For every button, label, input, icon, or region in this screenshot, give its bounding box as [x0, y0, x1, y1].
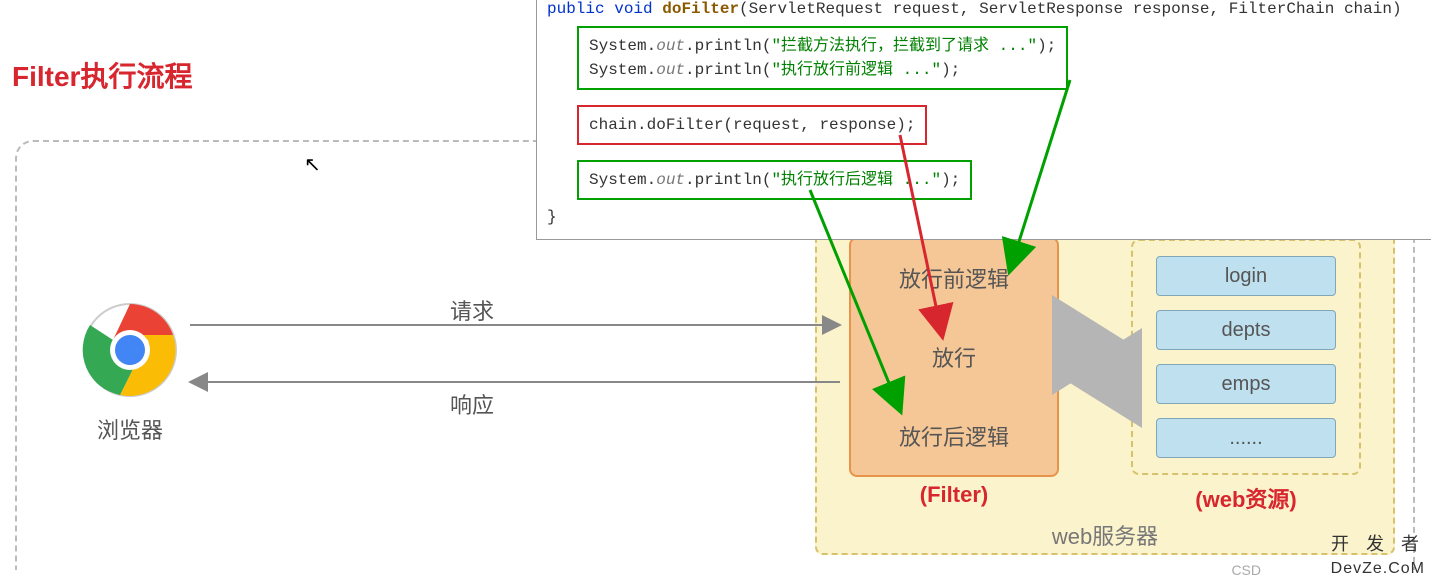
web-resources-group: login depts emps ...... — [1131, 239, 1361, 475]
res-emps: emps — [1156, 364, 1336, 404]
web-server-label: web服务器 — [1052, 519, 1158, 551]
request-label: 请求 — [450, 294, 494, 326]
browser-block: 浏览器 — [80, 300, 180, 445]
code-box: public void doFilter(ServletRequest requ… — [536, 0, 1431, 240]
code-dofilter-block: chain.doFilter(request, response); — [577, 105, 927, 145]
watermark-text: 开 发 者 — [1331, 530, 1425, 556]
res-login: login — [1156, 256, 1336, 296]
res-depts: depts — [1156, 310, 1336, 350]
chrome-icon — [80, 300, 180, 400]
res-more: ...... — [1156, 418, 1336, 458]
filter-post-label: 放行后逻辑 — [899, 420, 1009, 452]
code-pre-block: System.out.println("拦截方法执行，拦截到了请求 ...");… — [577, 26, 1068, 90]
page-title: Filter执行流程 — [12, 55, 192, 95]
filter-label: (Filter) — [849, 482, 1059, 508]
filter-box: 放行前逻辑 放行 放行后逻辑 — [849, 237, 1059, 477]
code-post-block: System.out.println("执行放行后逻辑 ..."); — [577, 160, 972, 200]
cursor-icon: ↖ — [304, 152, 321, 177]
filter-pre-label: 放行前逻辑 — [899, 262, 1009, 294]
watermark-url: DevZe.CoM — [1331, 560, 1425, 578]
filter-dofilter-label: 放行 — [932, 341, 976, 373]
response-label: 响应 — [450, 388, 494, 420]
csd-label: CSD — [1231, 562, 1261, 578]
browser-label: 浏览器 — [80, 413, 180, 445]
web-server-box: 放行前逻辑 放行 放行后逻辑 (Filter) login depts emps… — [815, 215, 1395, 555]
web-resources-label: (web资源) — [1141, 482, 1351, 514]
code-signature: public void doFilter(ServletRequest requ… — [547, 0, 1431, 21]
